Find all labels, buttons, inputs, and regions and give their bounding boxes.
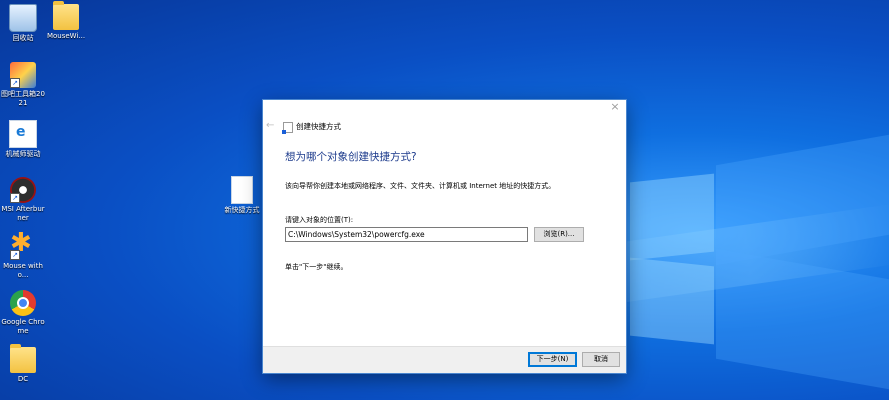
mouse-app-icon: ↗ [10,228,36,260]
shortcut-arrow-icon: ↗ [10,78,20,88]
next-button[interactable]: 下一步(N) [528,352,577,367]
close-button[interactable]: × [609,101,621,113]
desktop-icon-label: MSI Afterburner [1,205,45,222]
blank-document-icon [231,176,253,204]
desktop-icon-mousewi[interactable]: MouseWi... [43,1,89,41]
create-shortcut-dialog: × ← 创建快捷方式 想为哪个对象创建快捷方式? 该向导帮你创建本地或网络程序、… [263,100,626,373]
desktop-icon-label: Google Chrome [1,318,45,335]
windows-logo-pane [630,257,714,345]
browse-button[interactable]: 浏览(R)... [534,227,584,242]
cancel-button[interactable]: 取消 [582,352,620,367]
recycle-bin-icon [9,4,37,32]
folder-icon [53,1,79,30]
page-heading: 想为哪个对象创建快捷方式? [285,151,417,163]
desktop-icon-toolbox[interactable]: ↗ 图吧工具箱2021 [0,62,46,108]
desktop-icon-label: 机械师驱动 [5,150,41,158]
desktop-icon-label: Mouse witho... [3,262,43,279]
wizard-description: 该向导帮你创建本地或网络程序、文件、文件夹、计算机或 Internet 地址的快… [285,182,556,190]
desktop-icon-label: 图吧工具箱2021 [1,90,45,107]
folder-icon [10,344,36,373]
desktop-icon-new-shortcut[interactable]: 新快捷方式 [219,176,265,215]
next-hint: 单击"下一步"继续。 [285,263,348,271]
shortcut-arrow-icon: ↗ [10,250,20,260]
shortcut-wizard-icon [282,122,293,134]
toolbox-icon: ↗ [10,62,36,88]
dialog-footer: 下一步(N) 取消 [263,346,626,373]
desktop-icon-dc[interactable]: DC [0,344,46,384]
desktop-icon-chrome[interactable]: Google Chrome [0,290,46,336]
back-arrow-icon[interactable]: ← [266,120,274,131]
windows-logo-pane [630,173,714,261]
desktop-icon-driver[interactable]: 机械师驱动 [0,120,46,159]
desktop-icon-msi-afterburner[interactable]: ↗ MSI Afterburner [0,177,46,223]
desktop-icon-label: MouseWi... [46,32,86,40]
desktop-icon-label: 回收站 [12,34,34,42]
windows-logo-pane [716,248,889,390]
desktop-icon-recycle-bin[interactable]: 回收站 [0,4,46,43]
location-input[interactable] [285,227,528,242]
desktop-icon-label: 新快捷方式 [224,206,260,214]
desktop-icon-mouse-app[interactable]: ↗ Mouse witho... [0,228,46,280]
wizard-title: 创建快捷方式 [296,122,341,131]
desktop-icon-label: DC [17,375,29,383]
edge-doc-icon [9,120,37,148]
msi-afterburner-icon: ↗ [10,177,36,203]
location-label: 请键入对象的位置(T): [285,216,354,224]
shortcut-arrow-icon: ↗ [10,193,20,203]
chrome-icon [10,290,36,316]
